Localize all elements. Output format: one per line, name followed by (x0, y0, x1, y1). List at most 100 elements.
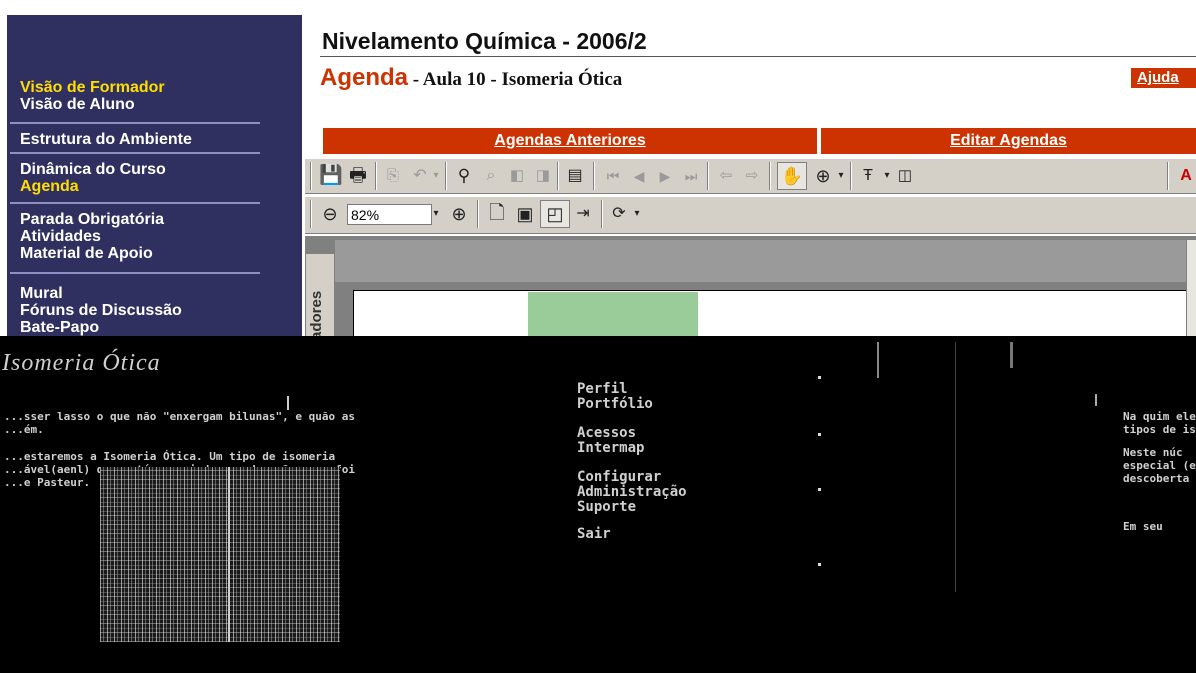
glitch-menu-item: Administração (577, 484, 687, 500)
help-link[interactable]: Ajuda (1131, 68, 1196, 88)
next-page-icon[interactable]: ▶ (655, 163, 675, 189)
glitch-right-text-3: Em seu (1123, 520, 1163, 533)
toolbar-grip (310, 200, 312, 228)
glitch-noise-image (100, 467, 340, 642)
sidebar-group-views: Visão de Formador Visão de Aluno (20, 79, 165, 113)
vertical-scrollbar[interactable] (1186, 240, 1196, 340)
toolbar-grip (310, 162, 312, 190)
toolbar-separator (1167, 162, 1169, 190)
glitch-line: tipos de iso (1123, 423, 1196, 436)
toolbar-separator (445, 162, 447, 190)
glitch-menu-item: Portfólio (577, 396, 653, 412)
sidebar-item-material[interactable]: Material de Apoio (20, 245, 164, 262)
copy-icon[interactable]: ⎘ (381, 163, 405, 189)
fit-page-icon[interactable]: ▣ (513, 201, 537, 227)
toolbar-separator (769, 162, 771, 190)
rotate-dropdown-icon[interactable]: ▾ (631, 201, 643, 227)
rotate-view-icon[interactable]: ⟳ (607, 201, 631, 227)
course-title: Nivelamento Química - 2006/2 (322, 28, 647, 54)
actual-size-icon[interactable]: 🗋 (485, 201, 509, 227)
search-icon[interactable]: ⌕ (479, 163, 503, 189)
sidebar-item-bate-papo[interactable]: Bate-Papo (20, 319, 182, 336)
zoom-out-icon[interactable]: ⊖ (319, 201, 341, 227)
glitch-menu-item: Intermap (577, 440, 645, 456)
zoom-input[interactable]: 82% (347, 204, 432, 225)
tab-editar-agendas[interactable]: Editar Agendas (821, 128, 1196, 154)
find-icon[interactable]: ⚲ (451, 163, 477, 189)
glitch-stripe (1010, 342, 1013, 368)
sidebar-divider (10, 152, 260, 154)
sidebar-item-atividades[interactable]: Atividades (20, 228, 164, 245)
go-forward-icon[interactable]: ⇨ (741, 163, 763, 189)
glitch-line: descoberta p (1123, 472, 1196, 485)
zoom-in-icon[interactable]: ⊕ (811, 163, 835, 189)
glitch-menu-item: Acessos (577, 425, 637, 441)
tab-agendas-anteriores[interactable]: Agendas Anteriores (323, 128, 817, 154)
pdf-toolbar-main: 💾 🖶 ⎘ ↶ ▾ ⚲ ⌕ ◧ ◨ ▤ ⏮ ◀ ▶ ⏭ ⇦ ⇨ ✋ ⊕ ▾ Ŧ … (305, 158, 1196, 194)
glitch-stripe (1095, 394, 1097, 406)
zoom-in-circle-icon[interactable]: ⊕ (447, 201, 471, 227)
glitch-spacer (577, 412, 687, 426)
zoom-level-dropdown-icon[interactable]: ▾ (429, 201, 443, 227)
glitch-line: Neste núc (1123, 446, 1183, 459)
text-select-icon[interactable]: Ŧ (855, 163, 881, 189)
previous-view-icon[interactable]: ◧ (505, 163, 529, 189)
first-page-icon[interactable]: ⏮ (603, 163, 623, 189)
glitch-menu-item: Sair (577, 526, 611, 542)
toolbar-separator (477, 200, 479, 228)
glitch-dot (818, 488, 821, 491)
next-view-icon[interactable]: ◨ (531, 163, 555, 189)
text-select-dropdown-icon[interactable]: ▾ (881, 163, 893, 189)
glitch-title: Isomeria Ótica (2, 350, 161, 376)
go-back-icon[interactable]: ⇦ (715, 163, 737, 189)
save-icon[interactable]: 💾 (319, 163, 343, 189)
print-icon[interactable]: 🖶 (345, 163, 371, 189)
zoom-dropdown-icon[interactable]: ▾ (835, 163, 847, 189)
bookmarks-tab-label: adores (308, 290, 325, 340)
sidebar-item-foruns[interactable]: Fóruns de Discussão (20, 302, 182, 319)
undo-icon[interactable]: ↶ (409, 163, 431, 189)
sidebar-item-visao-formador[interactable]: Visão de Formador (20, 79, 165, 96)
glitch-cursor (287, 396, 289, 410)
glitch-line: especial (ena (1123, 459, 1196, 472)
toolbar-separator (850, 162, 852, 190)
lesson-title: - Aula 10 - Isomeria Ótica (408, 69, 623, 90)
section-title: Agenda (320, 64, 409, 91)
toolbar-separator (601, 200, 603, 228)
reflow-icon[interactable]: ⇥ (571, 201, 595, 227)
glitch-menu-item: Configurar (577, 469, 662, 485)
sidebar-item-dinamica[interactable]: Dinâmica do Curso (20, 161, 166, 178)
sidebar-item-mural[interactable]: Mural (20, 285, 182, 302)
page-header-block (528, 292, 698, 340)
glitch-menu: Perfil Portfólio Acessos Intermap Config… (577, 374, 687, 542)
sidebar-item-estrutura[interactable]: Estrutura do Ambiente (20, 131, 192, 148)
hand-icon[interactable]: ✋ (779, 163, 805, 189)
glitch-paragraph-1: ...sser lasso o que não "enxergam biluna… (4, 410, 355, 436)
fit-width-icon[interactable]: ◰ (542, 201, 568, 227)
sidebar-item-visao-aluno[interactable]: Visão de Aluno (20, 96, 165, 113)
glitch-stripe (877, 342, 879, 378)
toolbar-separator (557, 162, 559, 190)
bookmarks-side-tab[interactable]: adores (305, 253, 335, 343)
previous-page-icon[interactable]: ◀ (629, 163, 649, 189)
adobe-icon[interactable]: A (1177, 163, 1195, 189)
glitch-right-text-2: Neste núc especial (ena descoberta p (1123, 446, 1196, 485)
sidebar-item-parada[interactable]: Parada Obrigatória (20, 211, 164, 228)
glitch-line: ...estaremos a Isomeria Ótica. Um tipo d… (4, 450, 336, 463)
snapshot-icon[interactable]: ◫ (893, 163, 917, 189)
sidebar-divider (10, 272, 260, 274)
glitch-right-text-1: Na quim ele tipos de iso (1123, 410, 1196, 436)
sidebar-group-communication: Mural Fóruns de Discussão Bate-Papo (20, 285, 182, 336)
last-page-icon[interactable]: ⏭ (681, 163, 701, 189)
glitch-menu-item: Suporte (577, 499, 637, 515)
undo-dropdown-icon[interactable]: ▾ (429, 163, 443, 189)
sidebar-item-agenda[interactable]: Agenda (20, 178, 166, 195)
toolbar-separator (593, 162, 595, 190)
glitch-stripe (955, 342, 956, 592)
title-divider (320, 56, 1196, 57)
glitch-dot (818, 433, 821, 436)
sidebar-group-structure: Estrutura do Ambiente (20, 131, 192, 148)
page-title: Agenda - Aula 10 - Isomeria Ótica (320, 64, 622, 92)
document-background (335, 240, 1196, 282)
pages-panel-icon[interactable]: ▤ (563, 163, 587, 189)
